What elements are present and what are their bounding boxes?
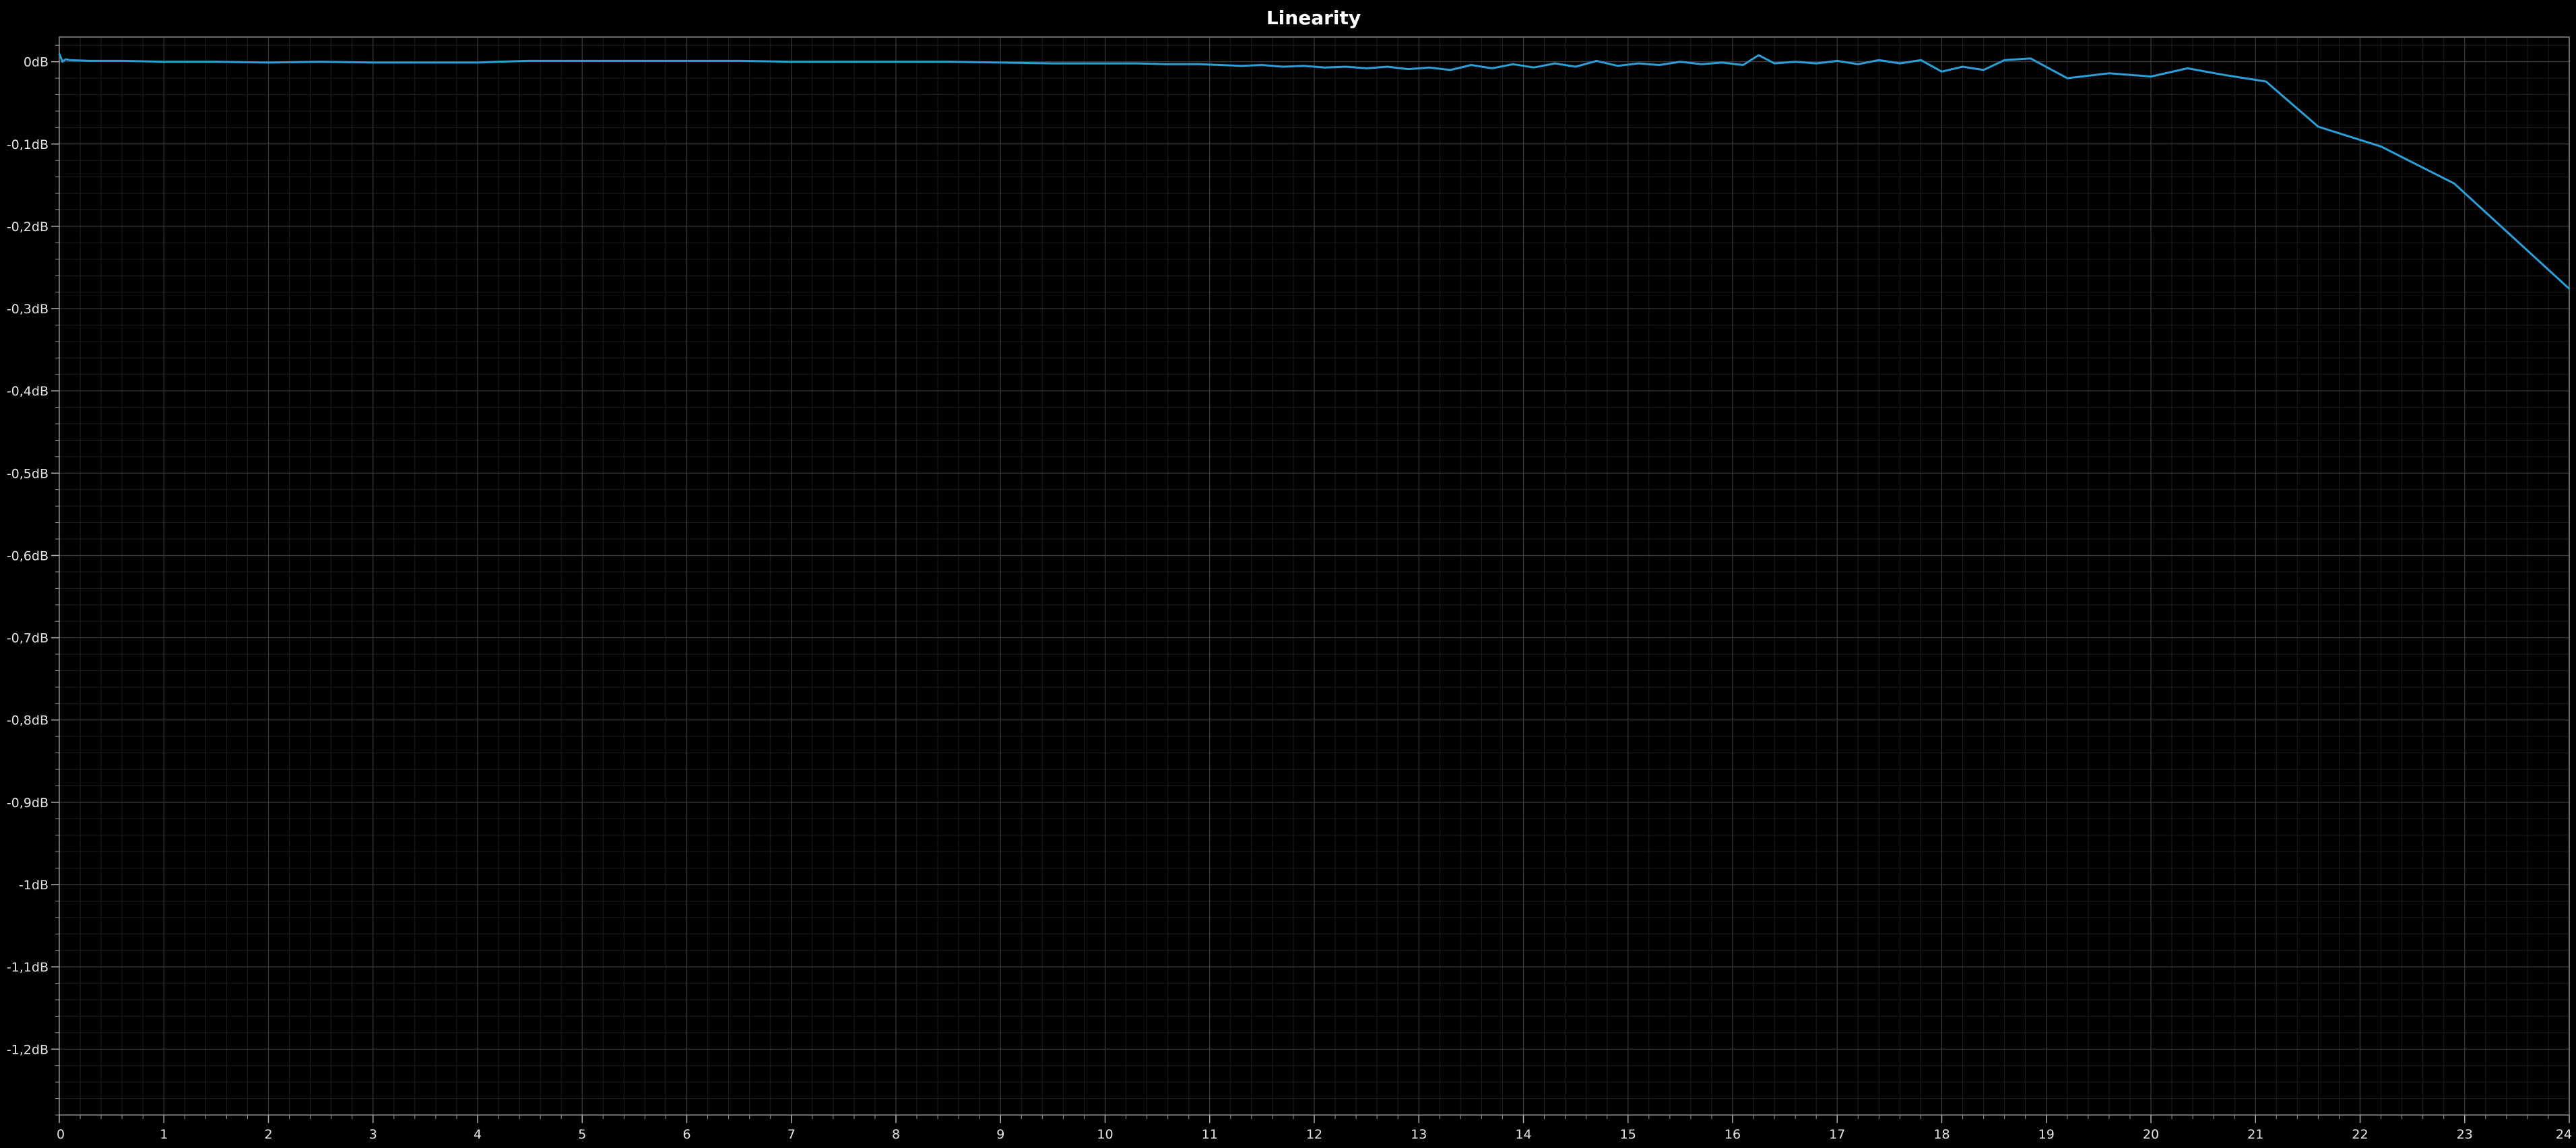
y-tick-label: -1,2dB — [7, 1042, 49, 1057]
y-tick-label: -1dB — [19, 878, 49, 893]
x-tick-label: 6 — [682, 1127, 690, 1142]
x-tick-label: 9 — [996, 1127, 1004, 1142]
x-tick-label: 2 — [264, 1127, 272, 1142]
x-tick-label: 23 — [2457, 1127, 2473, 1142]
x-tick-label: 5 — [578, 1127, 586, 1142]
x-tick-label: 14 — [1515, 1127, 1531, 1142]
x-tick-label: 15 — [1620, 1127, 1636, 1142]
x-tick-label: 20 — [2143, 1127, 2159, 1142]
chart-background — [0, 0, 2576, 1148]
y-tick-label: -0,9dB — [7, 796, 49, 810]
x-tick-label: 21 — [2247, 1127, 2263, 1142]
x-tick-label: 19 — [2038, 1127, 2055, 1142]
y-tick-label: -0,6dB — [7, 548, 49, 563]
y-tick-label: -0,3dB — [7, 302, 49, 317]
y-tick-label: -0,5dB — [7, 466, 49, 481]
x-tick-label: 12 — [1306, 1127, 1322, 1142]
y-tick-label: -0,7dB — [7, 631, 49, 646]
x-tick-label: 7 — [787, 1127, 796, 1142]
x-tick-label: 8 — [892, 1127, 900, 1142]
x-tick-label: 10 — [1097, 1127, 1113, 1142]
y-tick-label: -0,2dB — [7, 220, 49, 234]
x-tick-label: 24 — [2556, 1127, 2572, 1142]
x-tick-label: 11 — [1202, 1127, 1218, 1142]
y-tick-label: -0,1dB — [7, 137, 49, 152]
y-tick-label: -1,1dB — [7, 960, 49, 975]
x-tick-label: 4 — [474, 1127, 482, 1142]
linearity-chart: Linearity 0dB -0,1dB -0,2dB -0,3dB -0,4dB -0,… — [0, 0, 2576, 1148]
x-tick-label: 1 — [160, 1127, 168, 1142]
x-tick-label: 16 — [1725, 1127, 1741, 1142]
x-tick-label: 17 — [1829, 1127, 1845, 1142]
y-tick-label: -0,8dB — [7, 713, 49, 728]
x-tick-label: 3 — [369, 1127, 377, 1142]
x-tick-label: 0 — [57, 1127, 65, 1142]
x-tick-label: 18 — [1933, 1127, 1950, 1142]
y-tick-label: -0,4dB — [7, 384, 49, 399]
x-tick-label: 13 — [1411, 1127, 1427, 1142]
chart-title: Linearity — [1266, 7, 1361, 29]
x-tick-label: 22 — [2352, 1127, 2368, 1142]
chart-svg: Linearity 0dB -0,1dB -0,2dB -0,3dB -0,4dB -0,… — [0, 0, 2576, 1148]
y-tick-label: 0dB — [24, 55, 49, 70]
